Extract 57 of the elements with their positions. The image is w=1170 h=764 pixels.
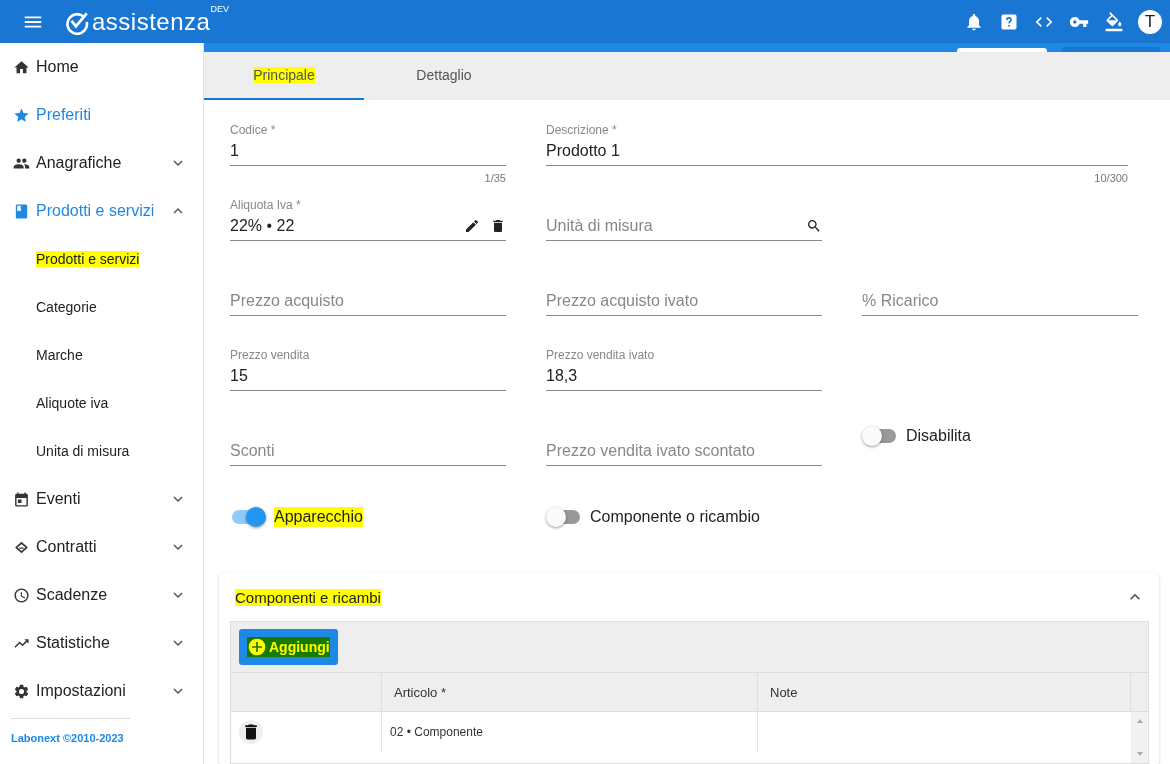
calendar-icon <box>13 490 30 508</box>
input-field[interactable]: % Ricarico <box>862 268 1138 316</box>
sidebar-item[interactable]: Impostazioni <box>0 667 203 715</box>
input-field[interactable]: Unità di misura <box>546 193 822 241</box>
sidebar-item[interactable]: Eventi <box>0 475 203 523</box>
sidebar-item[interactable]: Scadenze <box>0 571 203 619</box>
delete-button[interactable] <box>239 720 263 744</box>
app-name: assistenza <box>92 7 211 36</box>
toggle-switch[interactable] <box>230 507 266 527</box>
character-counter: 10/300 <box>1094 172 1128 184</box>
bell-icon[interactable] <box>964 11 984 32</box>
home-icon <box>13 58 30 76</box>
clock-icon <box>13 586 30 604</box>
edit-icon[interactable] <box>464 218 480 234</box>
column-header[interactable]: Articolo * <box>382 673 758 711</box>
sidebar-item[interactable]: Prodotti e servizi <box>0 187 203 235</box>
sidebar-subitem[interactable]: Prodotti e servizi <box>0 235 203 283</box>
toggle-label: Disabilita <box>906 426 971 446</box>
search-icon[interactable] <box>806 218 822 234</box>
sidebar-item[interactable]: Anagrafiche <box>0 139 203 187</box>
sidebar-item[interactable]: Contratti <box>0 523 203 571</box>
sidebar-item[interactable]: Statistiche <box>0 619 203 667</box>
toggle-switch[interactable] <box>546 507 582 527</box>
toggle-label: Apparecchio <box>274 507 363 527</box>
sidebar-subitem[interactable]: Marche <box>0 331 203 379</box>
plus-icon <box>247 637 267 657</box>
input-field[interactable]: Sconti <box>230 418 506 466</box>
book-icon <box>13 202 30 220</box>
tab[interactable]: Principale <box>204 52 364 100</box>
input-field[interactable]: Descrizione * Prodotto 1 <box>546 118 1128 166</box>
sidebar-item[interactable]: Preferiti <box>0 91 203 139</box>
table-cell: 02 • Componente <box>382 712 758 752</box>
input-field[interactable]: Prezzo vendita 15 <box>230 343 506 391</box>
sidebar-item[interactable]: Home <box>0 43 203 91</box>
add-button[interactable]: Aggiungi <box>239 629 338 665</box>
input-field[interactable]: Prezzo acquisto ivato <box>546 268 822 316</box>
input-field[interactable]: Codice * 1 <box>230 118 506 166</box>
input-field[interactable]: Prezzo vendita ivato scontato <box>546 418 822 466</box>
input-field[interactable]: Prezzo vendita ivato 18,3 <box>546 343 822 391</box>
toggle-label: Componente o ricambio <box>590 507 760 527</box>
user-avatar[interactable]: T <box>1138 9 1162 34</box>
copyright-text: Labonext ©2010-2023 <box>10 731 125 744</box>
column-header[interactable]: Note <box>758 673 1131 711</box>
star-icon <box>13 106 30 124</box>
sidebar-subitem[interactable]: Unita di misura <box>0 427 203 475</box>
settings-icon <box>13 682 30 700</box>
sidebar-subitem[interactable]: Categorie <box>0 283 203 331</box>
tab[interactable]: Dettaglio <box>364 52 524 100</box>
input-field[interactable]: Prezzo acquisto <box>230 268 506 316</box>
sidebar-subitem[interactable]: Aliquote iva <box>0 379 203 427</box>
section-title: Componenti e ricambi <box>235 588 381 606</box>
input-field[interactable]: Aliquota Iva * 22% • 22 <box>230 193 506 241</box>
paint-bucket-icon[interactable] <box>1104 11 1124 32</box>
environment-label: DEV <box>210 3 229 14</box>
delete-icon[interactable] <box>490 218 506 234</box>
toggle-switch[interactable] <box>862 426 898 446</box>
character-counter: 1/35 <box>484 172 506 184</box>
